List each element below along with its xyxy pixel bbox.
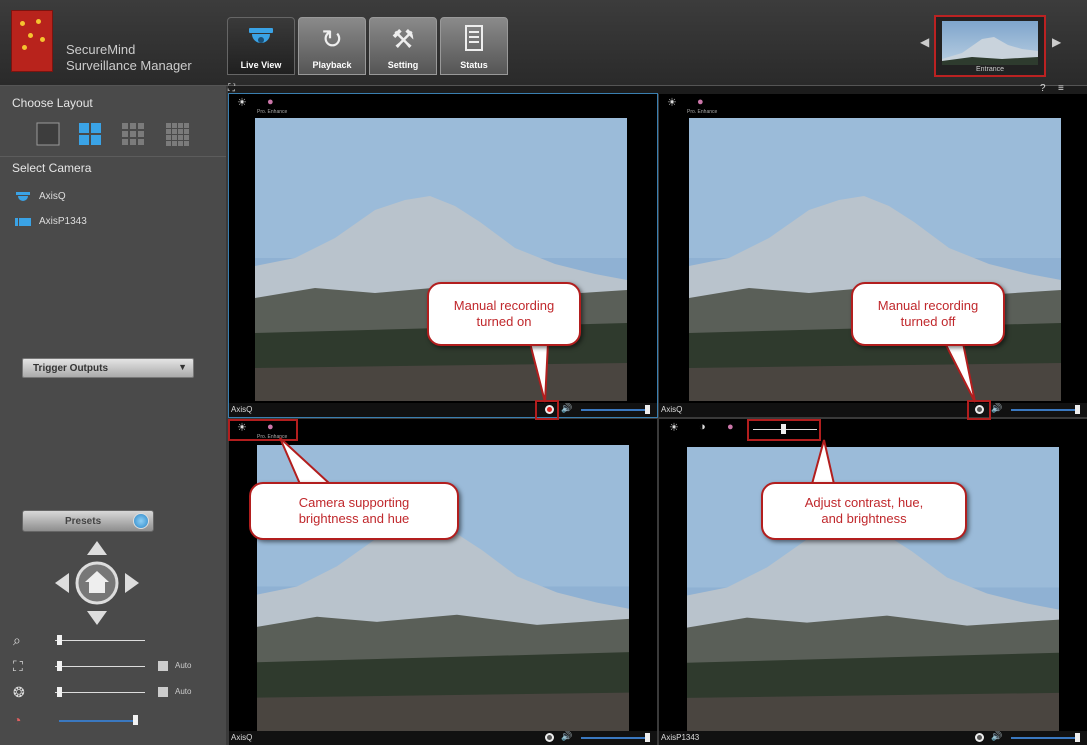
video-panel-2[interactable]: ☀ ● Pro. Enhance AxisQ 🔊	[659, 94, 1087, 417]
options-icon[interactable]: ≡	[1058, 83, 1064, 94]
callout-rec-on: Manual recording turned on	[427, 282, 581, 346]
layout-selector	[36, 122, 189, 146]
view-toolbar: ⛶ ? ≡	[228, 83, 1087, 94]
layout-section-title: Choose Layout	[12, 96, 93, 110]
camera-item-axisq[interactable]: AxisQ	[15, 191, 66, 202]
layout-2x2-button[interactable]	[79, 123, 101, 145]
brightness-hue-highlight	[228, 419, 298, 441]
nav-status-button[interactable]: Status	[440, 17, 508, 75]
brightness-icon[interactable]: ☀	[667, 96, 677, 109]
video-panel-4[interactable]: ☀ ◑ ● AxisP1343 🔊	[659, 419, 1087, 745]
iris-auto-checkbox[interactable]	[158, 687, 168, 697]
layout-3x3-button[interactable]	[122, 123, 144, 145]
speaker-icon[interactable]: 🔊	[561, 731, 572, 742]
sidebar: Choose Layout Select Camera AxisQ AxisP1…	[0, 86, 226, 745]
refresh-icon: ↻	[321, 24, 343, 54]
volume-knob[interactable]	[1075, 405, 1080, 414]
hue-icon[interactable]: ●	[727, 421, 734, 433]
speaker-icon[interactable]: 🔊	[561, 403, 572, 414]
ptz-left-icon[interactable]	[55, 573, 69, 593]
app-name: SecureMind Surveillance Manager	[66, 42, 192, 73]
app-header: SecureMind Surveillance Manager Live Vie…	[0, 0, 1087, 86]
volume-slider[interactable]	[581, 409, 649, 411]
rec-off-highlight	[967, 400, 991, 420]
iris-icon: ❂	[13, 684, 25, 700]
iris-slider[interactable]: ❂ Auto	[13, 684, 203, 700]
focus-slider-knob[interactable]	[57, 661, 62, 671]
brightness-icon[interactable]: ☀	[669, 421, 679, 434]
speed-slider[interactable]: ◔	[13, 712, 203, 728]
zoom-slider[interactable]: ⌕	[13, 632, 203, 648]
layout-4x4-button[interactable]	[166, 123, 189, 146]
ptz-right-icon[interactable]	[125, 573, 139, 593]
callout-rec-off: Manual recording turned off	[851, 282, 1005, 346]
volume-slider[interactable]	[1011, 409, 1079, 411]
speaker-icon[interactable]: 🔊	[991, 403, 1002, 414]
chevron-down-icon: ▼	[178, 362, 187, 372]
focus-auto-checkbox[interactable]	[158, 661, 168, 671]
zoom-icon: ⌕	[13, 632, 21, 648]
carousel-next-icon[interactable]: ▶	[1052, 35, 1061, 49]
camera-thumbnail[interactable]: Entrance	[934, 15, 1046, 77]
contrast-icon[interactable]: ◑	[699, 421, 706, 433]
app-logo	[11, 10, 53, 72]
speaker-icon[interactable]: 🔊	[991, 731, 1002, 742]
volume-slider[interactable]	[1011, 737, 1079, 739]
trigger-outputs-dropdown[interactable]: Trigger Outputs ▼	[22, 358, 194, 378]
volume-knob[interactable]	[1075, 733, 1080, 742]
manual-record-button[interactable]	[545, 733, 554, 742]
brightness-icon[interactable]: ☀	[237, 96, 247, 109]
dome-camera-icon	[16, 191, 30, 201]
camera-section-title: Select Camera	[12, 161, 92, 175]
presets-go-icon[interactable]	[133, 513, 149, 529]
video-panel-1[interactable]: ☀ ● Pro. Enhance AxisQ 🔊	[228, 93, 658, 418]
volume-knob[interactable]	[645, 405, 650, 414]
fullscreen-icon[interactable]: ⛶	[228, 83, 235, 94]
main-nav: Live View ↻ Playback ⚒ Setting Status	[227, 17, 508, 75]
speed-slider-knob[interactable]	[133, 715, 138, 725]
focus-slider[interactable]: ⛶ Auto	[13, 658, 203, 674]
video-panel-3[interactable]: ☀ ● Pro. Enhance AxisQ 🔊	[229, 419, 657, 745]
zoom-slider-knob[interactable]	[57, 635, 62, 645]
video-feed	[255, 118, 627, 401]
tools-icon: ⚒	[391, 24, 415, 54]
ptz-control[interactable]	[55, 541, 139, 625]
carousel-prev-icon[interactable]: ◀	[920, 35, 929, 49]
volume-slider[interactable]	[581, 737, 649, 739]
ptz-down-icon[interactable]	[87, 611, 107, 625]
nav-playback-button[interactable]: ↻ Playback	[298, 17, 366, 75]
iris-slider-knob[interactable]	[57, 687, 62, 697]
ptz-up-icon[interactable]	[87, 541, 107, 555]
adjust-controls-highlight	[747, 419, 821, 441]
camera-thumbnail-carousel: ◀ Entrance ▶	[918, 15, 1066, 77]
document-icon	[441, 24, 507, 58]
focus-icon: ⛶	[13, 658, 23, 674]
nav-live-view-button[interactable]: Live View	[227, 17, 295, 75]
callout-adjust: Adjust contrast, hue, and brightness	[761, 482, 967, 540]
speedometer-icon: ◔	[13, 712, 22, 728]
presets-button[interactable]: Presets	[22, 510, 154, 532]
camera-dome-icon	[228, 24, 294, 60]
volume-knob[interactable]	[645, 733, 650, 742]
manual-record-button[interactable]	[975, 733, 984, 742]
nav-setting-button[interactable]: ⚒ Setting	[369, 17, 437, 75]
camera-item-axisp1343[interactable]: AxisP1343	[15, 216, 87, 227]
callout-brightness-hue: Camera supporting brightness and hue	[249, 482, 459, 540]
rec-on-highlight	[535, 400, 559, 420]
help-icon[interactable]: ?	[1040, 83, 1046, 94]
layout-1x1-button[interactable]	[36, 122, 60, 146]
box-camera-icon	[15, 217, 31, 226]
hue-icon[interactable]: ●	[267, 96, 274, 108]
hue-icon[interactable]: ●	[697, 96, 704, 108]
video-feed	[689, 118, 1061, 401]
